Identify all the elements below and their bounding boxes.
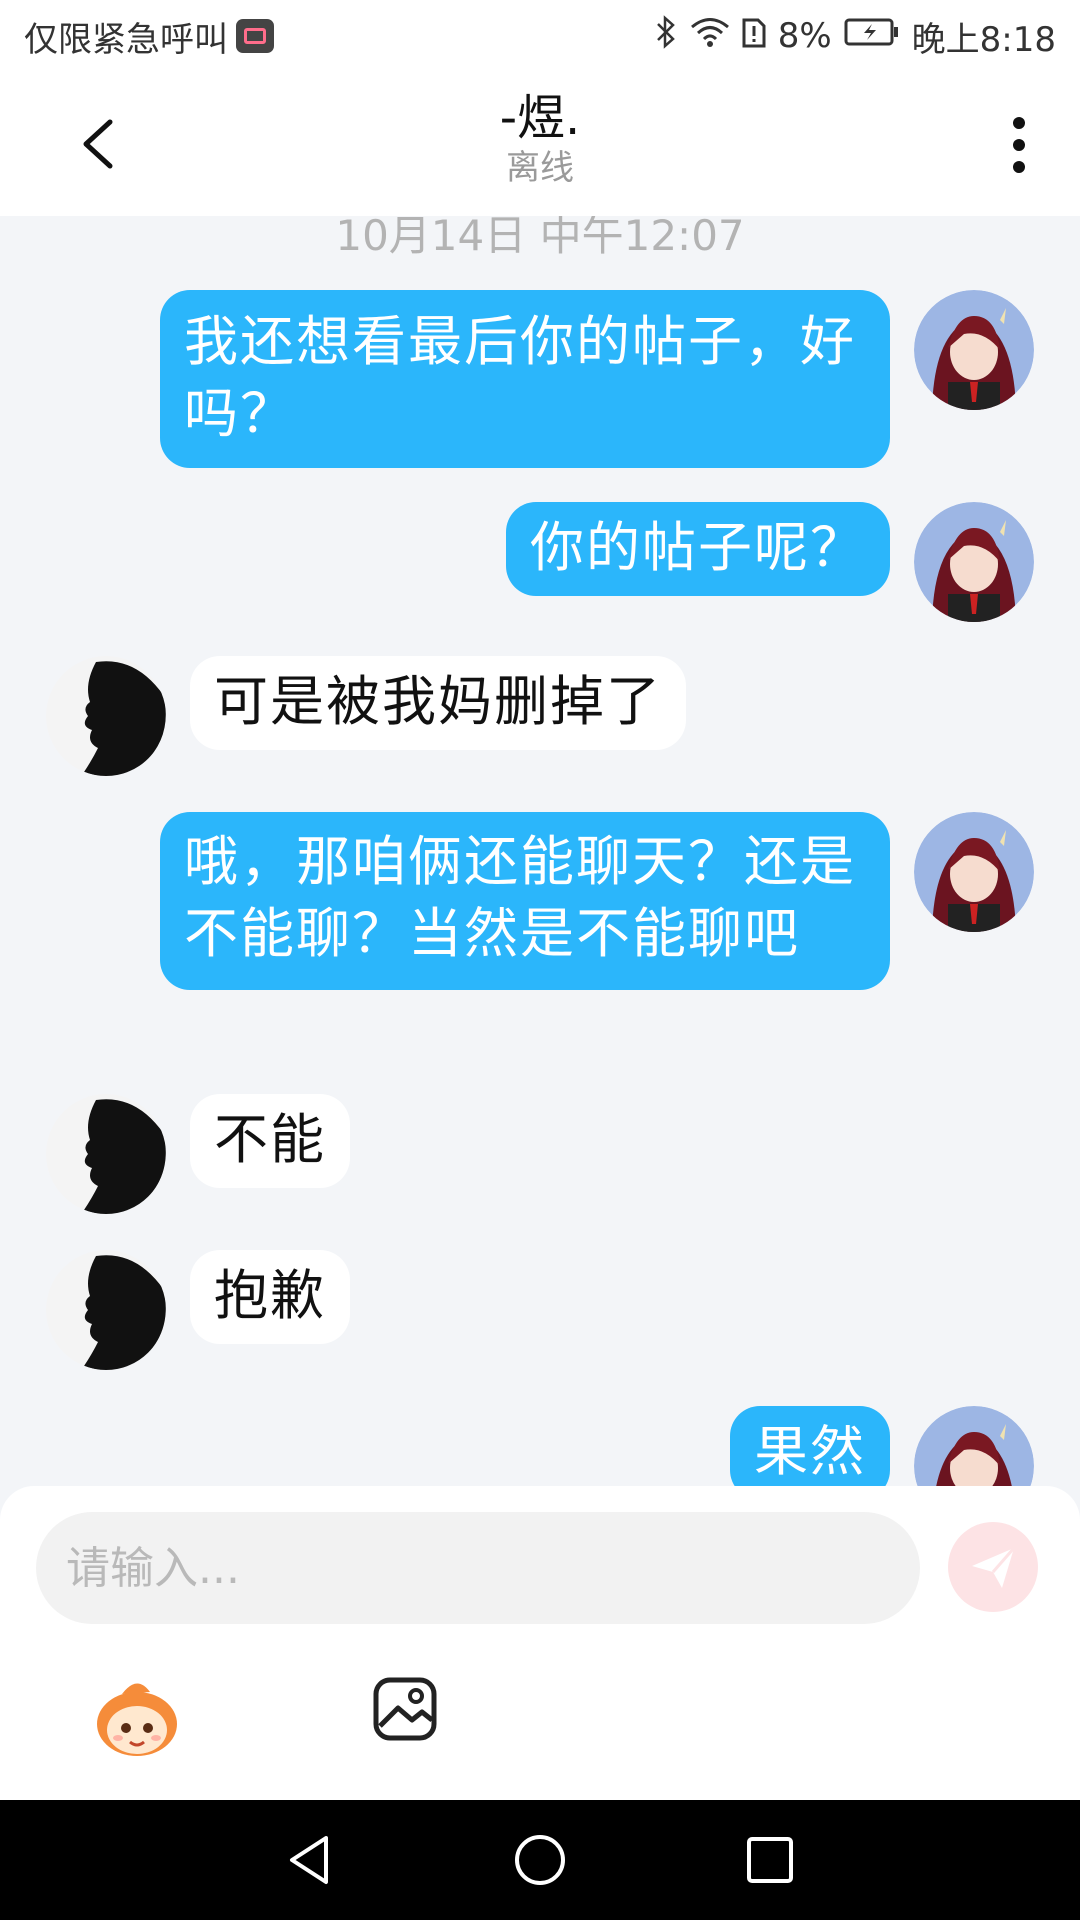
screen-record-icon [236, 19, 274, 53]
carrier-text: 仅限紧急呼叫 [24, 19, 228, 60]
message-row-outgoing: 果然 [730, 1406, 1034, 1486]
input-panel [0, 1486, 1080, 1800]
nav-back-icon [290, 1836, 328, 1884]
more-vert-icon [1013, 117, 1025, 173]
battery-percent: 8% [777, 16, 832, 56]
sim-alert-icon [742, 16, 766, 57]
message-input[interactable] [36, 1512, 920, 1624]
message-bubble[interactable]: 我还想看最后你的帖子，好吗？ [160, 290, 890, 468]
message-bubble[interactable]: 你的帖子呢？ [506, 502, 890, 596]
message-list[interactable]: 10月14日 中午12:07 我还想看最后你的帖子，好吗？ 你的帖子呢？ 可是被… [0, 216, 1080, 1486]
contact-name: -煜. [499, 90, 581, 146]
more-options-button[interactable] [994, 110, 1044, 180]
image-icon [373, 1677, 437, 1741]
message-bubble[interactable]: 果然 [730, 1406, 890, 1486]
message-row-incoming: 抱歉 [46, 1250, 350, 1370]
send-icon [972, 1547, 1016, 1588]
my-avatar[interactable] [914, 812, 1034, 932]
message-bubble[interactable]: 可是被我妈删掉了 [190, 656, 686, 750]
bluetooth-icon [654, 14, 678, 58]
nav-home-button[interactable] [510, 1830, 570, 1890]
chat-header: -煜. 离线 [0, 72, 1080, 216]
image-button[interactable] [372, 1676, 438, 1742]
message-row-incoming: 不能 [46, 1094, 350, 1214]
contact-status: 离线 [506, 148, 574, 188]
wifi-icon [690, 16, 730, 57]
my-avatar[interactable] [914, 502, 1034, 622]
contact-avatar[interactable] [46, 1250, 166, 1370]
emoji-icon [97, 1683, 177, 1756]
message-row-outgoing: 我还想看最后你的帖子，好吗？ [160, 290, 1034, 468]
my-avatar[interactable] [914, 1406, 1034, 1486]
system-nav-bar [0, 1800, 1080, 1920]
message-row-incoming: 可是被我妈删掉了 [46, 656, 686, 776]
contact-avatar[interactable] [46, 1094, 166, 1214]
message-row-outgoing: 你的帖子呢？ [506, 502, 1034, 622]
battery-charging-icon [844, 16, 900, 56]
message-bubble[interactable]: 哦，那咱俩还能聊天？还是不能聊？当然是不能聊吧 [160, 812, 890, 990]
my-avatar[interactable] [914, 290, 1034, 410]
contact-avatar[interactable] [46, 656, 166, 776]
back-button[interactable] [70, 112, 130, 176]
nav-recents-icon [747, 1837, 793, 1883]
back-arrow-icon [83, 119, 113, 169]
status-bar: 仅限紧急呼叫 8% 晚上8:18 [0, 0, 1080, 72]
message-timestamp: 10月14日 中午12:07 [335, 216, 745, 260]
clock: 晚上8:18 [911, 19, 1056, 60]
message-row-outgoing: 哦，那咱俩还能聊天？还是不能聊？当然是不能聊吧 [160, 812, 1034, 990]
nav-back-button[interactable] [280, 1830, 340, 1890]
emoji-button[interactable] [92, 1672, 182, 1762]
message-bubble[interactable]: 抱歉 [190, 1250, 350, 1344]
message-bubble[interactable]: 不能 [190, 1094, 350, 1188]
send-button[interactable] [948, 1522, 1038, 1612]
nav-home-icon [515, 1835, 565, 1885]
nav-recents-button[interactable] [740, 1830, 800, 1890]
